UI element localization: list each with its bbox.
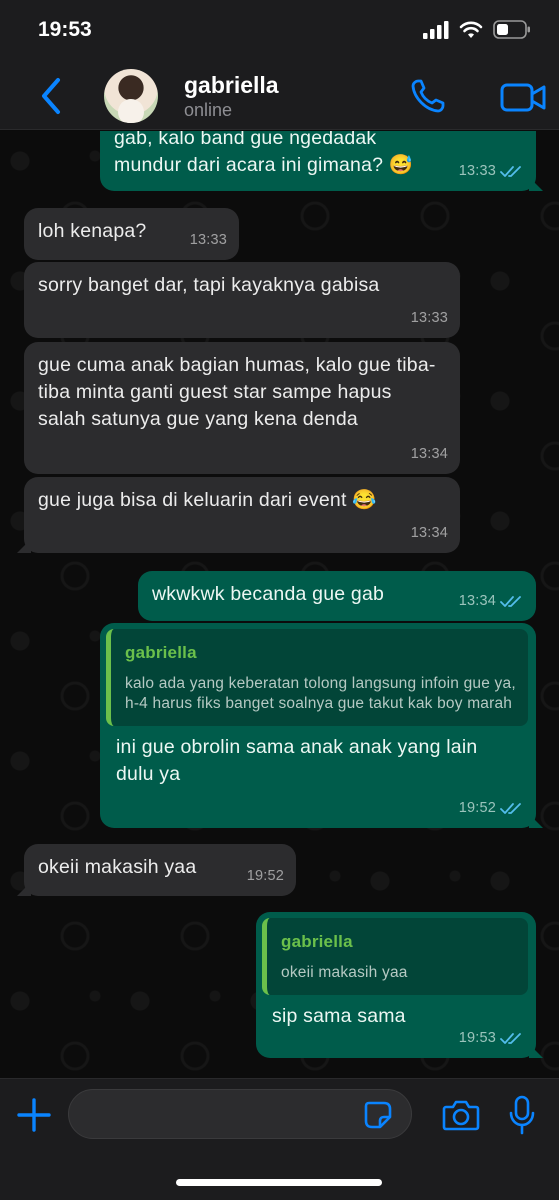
message-text: ini gue obrolin sama anak anak yang lain…: [116, 736, 478, 785]
message-time: 19:52: [458, 800, 496, 816]
double-check-icon: [500, 595, 521, 607]
home-indicator: [176, 1179, 382, 1186]
message-time: 13:34: [458, 593, 496, 609]
phone-icon[interactable]: [410, 78, 446, 114]
avatar[interactable]: [104, 69, 158, 123]
message-outgoing[interactable]: wkwkwk becanda gue gab 13:34: [138, 571, 536, 621]
camera-icon[interactable]: [442, 1099, 480, 1131]
video-camera-icon[interactable]: [500, 80, 546, 114]
message-incoming[interactable]: sorry banget dar, tapi kayaknya gabisa 1…: [24, 262, 460, 338]
message-time: 19:52: [246, 868, 284, 884]
back-chevron-icon[interactable]: [36, 76, 68, 116]
quoted-message[interactable]: gabriella okeii makasih yaa: [262, 918, 528, 995]
message-text: sorry banget dar, tapi kayaknya gabisa: [38, 274, 380, 296]
message-incoming[interactable]: gue cuma anak bagian humas, kalo gue tib…: [24, 342, 460, 474]
message-time: 13:33: [189, 232, 227, 248]
message-time: 13:34: [410, 446, 448, 462]
message-incoming[interactable]: loh kenapa? 13:33: [24, 208, 239, 260]
message-meta: 13:33: [459, 158, 524, 185]
message-text: gue cuma anak bagian humas, kalo gue tib…: [38, 354, 436, 430]
message-outgoing-reply[interactable]: gabriella okeii makasih yaa sip sama sam…: [256, 912, 543, 1058]
message-text: gue juga bisa di keluarin dari event 😂: [38, 489, 377, 511]
message-incoming[interactable]: okeii makasih yaa 19:52: [17, 844, 296, 896]
message-meta: 19:52: [459, 795, 524, 822]
message-outgoing-reply[interactable]: gabriella kalo ada yang keberatan tolong…: [100, 623, 543, 828]
message-time: 13:33: [458, 163, 496, 179]
message-meta: 13:34: [459, 588, 524, 615]
double-check-icon: [500, 802, 521, 814]
sticker-icon[interactable]: [364, 1101, 392, 1129]
plus-icon[interactable]: [16, 1097, 52, 1133]
message-incoming[interactable]: gue juga bisa di keluarin dari event 😂 1…: [17, 477, 460, 553]
message-input[interactable]: [68, 1089, 412, 1139]
chat-header: gabriella online: [0, 62, 559, 130]
quote-text: okeii makasih yaa: [281, 964, 408, 981]
microphone-icon[interactable]: [508, 1095, 536, 1135]
wifi-icon: [459, 21, 483, 38]
quote-text: kalo ada yang keberatan tolong langsung …: [125, 675, 516, 712]
message-time: 13:33: [410, 310, 448, 326]
message-time: 13:34: [410, 525, 448, 541]
contact-status: online: [184, 100, 233, 120]
quoted-message[interactable]: gabriella kalo ada yang keberatan tolong…: [106, 629, 528, 726]
quote-author: gabriella: [281, 932, 353, 951]
status-bar: 19:53: [0, 0, 559, 62]
message-meta: 19:53: [459, 1025, 524, 1052]
double-check-icon: [500, 165, 521, 177]
signal-icon: [423, 20, 449, 39]
contact-name[interactable]: gabriella: [184, 72, 279, 99]
status-icons: [423, 20, 531, 39]
battery-icon: [493, 20, 530, 39]
message-time: 19:53: [458, 1030, 496, 1046]
chat-area[interactable]: gab, kalo band gue ngedadak mundur dari …: [0, 131, 559, 1078]
status-time: 19:53: [38, 18, 92, 41]
double-check-icon: [500, 1032, 521, 1044]
message-text: okeii makasih yaa: [38, 856, 197, 878]
message-outgoing[interactable]: gab, kalo band gue ngedadak mundur dari …: [100, 131, 543, 191]
quote-author: gabriella: [125, 643, 197, 662]
